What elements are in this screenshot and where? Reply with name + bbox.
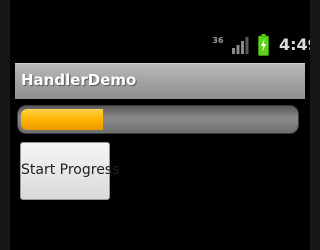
app-title: HandlerDemo (21, 71, 137, 89)
progress-bar-fill (21, 109, 103, 130)
network-type-icon: 36 (211, 36, 225, 45)
status-bar: 36 4:49 (10, 32, 319, 62)
phone-screen: 36 4:49 HandlerDemo Start Progress (0, 0, 320, 250)
signal-icon (232, 37, 249, 54)
app-title-bar: HandlerDemo (15, 63, 305, 99)
battery-charging-icon (258, 34, 269, 56)
start-progress-button[interactable]: Start Progress (20, 142, 120, 200)
network-type-label: 36 (212, 36, 224, 45)
status-clock: 4:49 (279, 35, 319, 54)
start-progress-button-label: Start Progress (21, 162, 120, 178)
progress-bar (17, 105, 299, 134)
